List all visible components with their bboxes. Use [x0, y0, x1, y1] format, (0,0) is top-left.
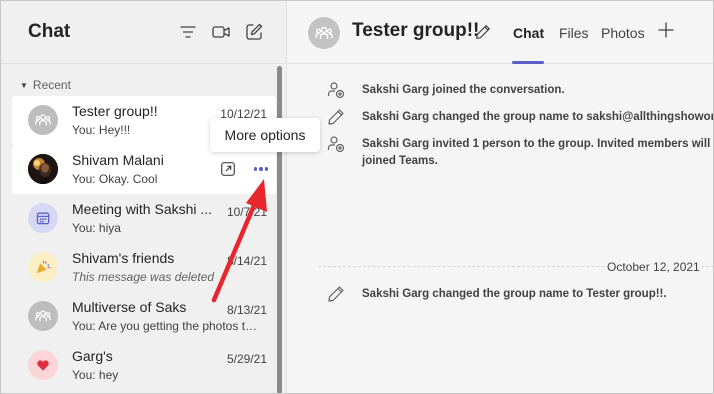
chat-preview: You: hey: [72, 368, 119, 382]
chat-date: 8/14/21: [226, 254, 267, 268]
chat-list-header: Chat: [0, 0, 287, 64]
chat-name: Shivam's friends: [72, 250, 175, 266]
person-add-icon: [326, 80, 346, 100]
pop-out-chat-icon[interactable]: [219, 160, 237, 178]
new-chat-icon[interactable]: [244, 22, 264, 42]
calendar-icon: [36, 212, 50, 225]
tab-photos[interactable]: Photos: [601, 25, 645, 41]
chat-preview: You: hiya: [72, 221, 121, 235]
tab-chat[interactable]: Chat: [513, 25, 544, 41]
chat-date: 8/13/21: [226, 303, 267, 317]
chat-name: Shivam Malani: [72, 152, 164, 168]
edit-icon: [326, 284, 346, 304]
date-divider-label: October 12, 2021: [605, 260, 702, 274]
group-avatar: [28, 301, 58, 331]
chat-date: 10/7/21: [226, 205, 267, 219]
person-add-icon: [326, 134, 346, 154]
active-tab-indicator: [512, 61, 544, 64]
chat-name: Meeting with Sakshi ...: [72, 201, 213, 217]
meeting-avatar: [28, 203, 58, 233]
chat-name: Tester group!!: [72, 103, 158, 119]
chat-list-title: Chat: [28, 21, 71, 42]
group-avatar: [28, 105, 58, 135]
chat-item-gargs[interactable]: Garg's You: hey 5/29/21: [12, 341, 276, 390]
party-avatar: [28, 252, 58, 282]
event-text-continued: joined Teams.: [362, 155, 438, 167]
party-popper-icon: [36, 260, 51, 274]
event-text: Sakshi Garg changed the group name to Te…: [362, 288, 667, 300]
chat-date: 5/29/21: [226, 352, 267, 366]
collapse-caret-icon: ▼: [20, 80, 28, 90]
add-tab-plus-icon[interactable]: [656, 20, 676, 40]
event-text: Sakshi Garg invited 1 person to the grou…: [362, 138, 714, 150]
chat-item-multiverse[interactable]: Multiverse of Saks You: Are you getting …: [12, 292, 276, 341]
group-avatar: [308, 17, 340, 49]
recent-section-header[interactable]: ▼ Recent: [20, 78, 71, 92]
rename-pencil-icon[interactable]: [474, 23, 492, 41]
group-icon: [35, 310, 51, 322]
recent-label: Recent: [32, 78, 71, 92]
more-options-button[interactable]: [250, 161, 272, 177]
event-text: Sakshi Garg changed the group name to sa…: [362, 111, 714, 123]
chat-list-scrollbar[interactable]: [277, 66, 282, 394]
chat-preview: You: Are you getting the photos tab?: [72, 319, 262, 333]
heart-icon: [37, 360, 49, 371]
profile-photo-image: [28, 154, 58, 184]
chat-preview: This message was deleted: [72, 270, 215, 284]
chat-name: Garg's: [72, 348, 113, 364]
group-icon: [315, 26, 333, 39]
filter-icon[interactable]: [178, 22, 198, 42]
event-text: Sakshi Garg joined the conversation.: [362, 84, 565, 96]
tab-files[interactable]: Files: [559, 25, 589, 41]
video-call-icon[interactable]: [211, 22, 231, 42]
heart-avatar: [28, 350, 58, 380]
chat-item-meeting[interactable]: Meeting with Sakshi ... You: hiya 10/7/2…: [12, 194, 276, 243]
conversation-pane: Tester group!! Chat Files Photos Sakshi …: [288, 0, 714, 394]
group-icon: [35, 114, 51, 126]
conversation-title: Tester group!!: [352, 20, 480, 41]
more-options-tooltip: More options: [210, 118, 320, 152]
chat-name: Multiverse of Saks: [72, 299, 187, 315]
profile-photo-avatar: [28, 154, 58, 184]
edit-icon: [326, 107, 346, 127]
chat-list-pane: Chat ▼ Recent Tester group!! You: Hey!!!…: [0, 0, 287, 394]
chat-item-shivams-friends[interactable]: Shivam's friends This message was delete…: [12, 243, 276, 292]
conversation-header: Tester group!! Chat Files Photos: [288, 0, 714, 64]
